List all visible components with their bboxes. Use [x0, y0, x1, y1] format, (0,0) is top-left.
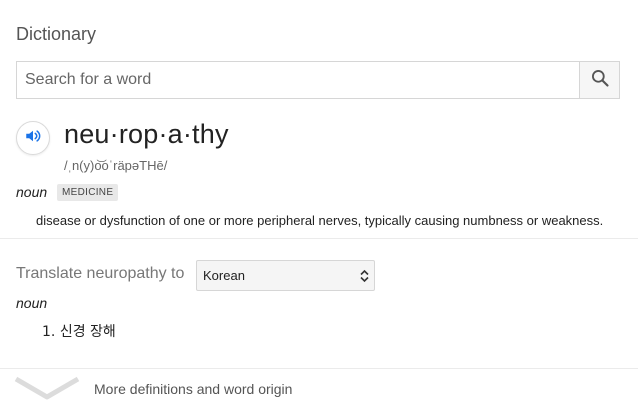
pronunciation-audio-button[interactable]	[16, 121, 50, 155]
translation-text: 신경 장해	[59, 324, 116, 340]
more-definitions-link[interactable]: More definitions and word origin	[0, 369, 638, 409]
search-box	[16, 61, 620, 99]
part-of-speech: noun	[16, 184, 48, 200]
definition-text: disease or dysfunction of one or more pe…	[36, 213, 604, 228]
translation-number: 1.	[42, 324, 56, 340]
subject-label-badge: MEDICINE	[57, 184, 119, 201]
select-arrows-icon	[360, 269, 369, 288]
headword: neu·rop·a·thy	[64, 119, 229, 149]
dictionary-card: Dictionary neu·rop·a·thy /ˌn(y)o͝oˈräpəT…	[0, 0, 638, 409]
phonetic-spelling: /ˌn(y)o͝oˈräpəTHē/	[64, 158, 168, 173]
search-icon	[590, 68, 610, 93]
selected-language: Korean	[203, 268, 245, 283]
card-title: Dictionary	[16, 24, 97, 44]
section-divider	[0, 238, 638, 239]
language-select[interactable]: Korean	[196, 260, 375, 291]
chevron-down-icon	[14, 375, 80, 406]
translation-result: 1. 신경 장해	[42, 321, 116, 341]
search-input[interactable]	[17, 62, 581, 98]
more-definitions-label: More definitions and word origin	[94, 381, 293, 397]
translation-part-of-speech: noun	[16, 295, 48, 311]
search-button[interactable]	[579, 62, 619, 98]
translate-label: Translate neuropathy to	[16, 265, 185, 282]
speaker-icon	[24, 127, 42, 150]
